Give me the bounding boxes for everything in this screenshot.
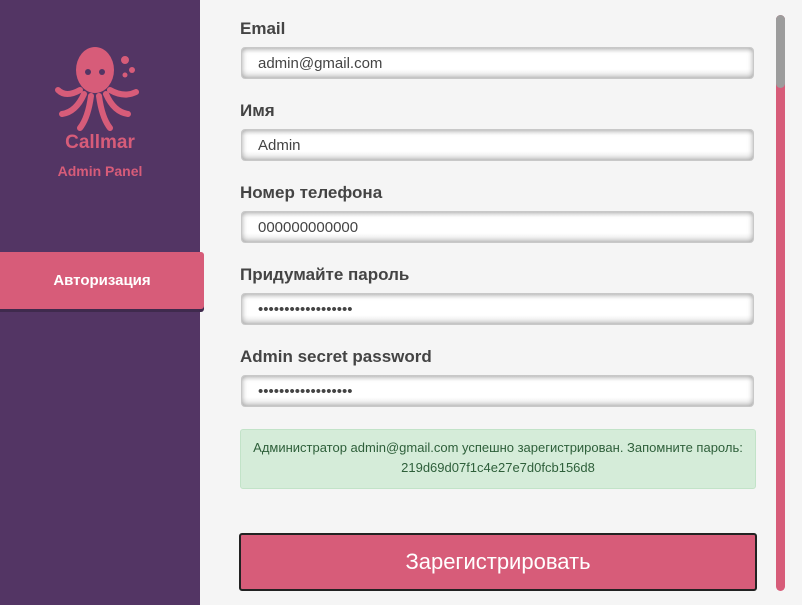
scrollbar-track[interactable] — [776, 15, 785, 591]
password-field[interactable] — [241, 293, 754, 325]
admin-secret-label: Admin secret password — [240, 347, 432, 366]
brand-subtitle: Admin Panel — [57, 163, 143, 179]
nav-item-label: Авторизация — [53, 272, 151, 289]
email-label: Email — [240, 19, 286, 38]
registration-form: Email Имя Номер телефона Придумайте паро… — [200, 0, 776, 605]
admin-secret-field[interactable] — [241, 375, 754, 407]
name-label: Имя — [240, 101, 275, 120]
email-field[interactable] — [241, 47, 754, 79]
octopus-icon — [55, 47, 139, 131]
phone-label: Номер телефона — [240, 183, 383, 202]
register-button[interactable]: Зарегистрировать — [239, 533, 757, 591]
password-label: Придумайте пароль — [240, 265, 410, 284]
phone-field[interactable] — [241, 211, 754, 243]
sidebar: Callmar Admin Panel Авторизация — [0, 0, 204, 605]
name-field[interactable] — [241, 129, 754, 161]
success-alert: Администратор admin@gmail.com успешно за… — [240, 429, 756, 489]
brand-title: Callmar — [65, 132, 135, 153]
scrollbar-thumb[interactable] — [776, 15, 785, 88]
nav-item-authorization[interactable]: Авторизация — [0, 252, 204, 309]
